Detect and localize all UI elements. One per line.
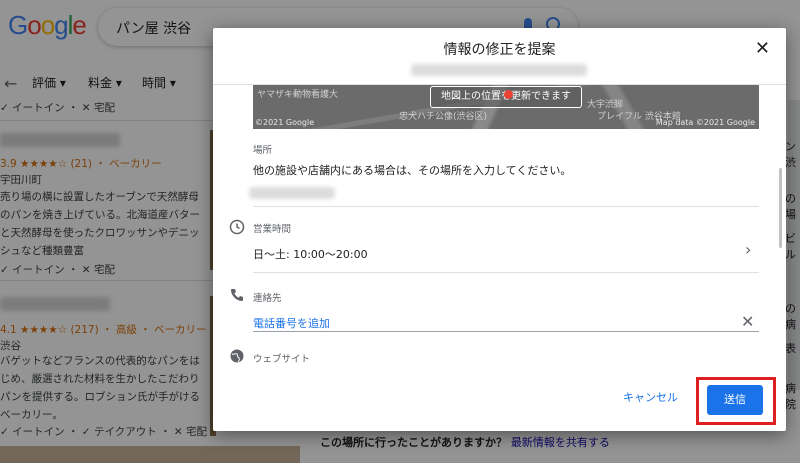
chevron-right-icon[interactable]: › bbox=[745, 240, 751, 259]
location-hint: 他の施設や店舗内にある場合は、その場所を入力してください。 bbox=[253, 164, 572, 177]
globe-icon bbox=[230, 349, 244, 363]
dialog-header: 情報の修正を提案 ✕ bbox=[213, 28, 786, 85]
close-icon[interactable]: ✕ bbox=[755, 38, 770, 59]
location-value-blurred[interactable] bbox=[249, 187, 335, 199]
dialog-title: 情報の修正を提案 bbox=[443, 42, 556, 58]
dialog-scrollbar[interactable] bbox=[779, 168, 782, 248]
cancel-button[interactable]: キャンセル bbox=[623, 389, 678, 405]
map-data-credit: Map data ©2021 Google bbox=[655, 118, 755, 127]
phone-field-underline bbox=[253, 331, 759, 332]
website-label: ウェブサイト bbox=[253, 354, 311, 365]
divider bbox=[253, 206, 759, 207]
clock-icon bbox=[229, 219, 245, 235]
clear-icon[interactable]: ✕ bbox=[741, 312, 754, 331]
send-button-highlight bbox=[696, 377, 776, 425]
hours-label: 営業時間 bbox=[253, 224, 292, 235]
phone-icon bbox=[231, 289, 243, 301]
hours-value[interactable]: 日〜土: 10:00〜20:00 bbox=[253, 246, 368, 262]
map-copyright: ©2021 Google bbox=[255, 118, 315, 127]
location-label: 場所 bbox=[253, 145, 273, 156]
map-pin-icon bbox=[504, 90, 513, 99]
map-label: 忠犬ハチ公像(渋谷区) bbox=[399, 112, 488, 122]
map-preview[interactable]: ヤマザキ動物看護大 忠犬ハチ公像(渋谷区) 大宇渋脚 プレイフル 渋谷本館 地図… bbox=[253, 85, 759, 129]
suggest-edit-dialog: 情報の修正を提案 ✕ ヤマザキ動物看護大 忠犬ハチ公像(渋谷区) 大宇渋脚 プレ… bbox=[213, 28, 786, 431]
map-label: ヤマザキ動物看護大 bbox=[257, 90, 339, 100]
contact-label: 連絡先 bbox=[253, 293, 282, 304]
divider bbox=[253, 272, 759, 273]
place-name-blurred bbox=[411, 64, 587, 76]
add-phone-link[interactable]: 電話番号を追加 bbox=[253, 315, 330, 331]
